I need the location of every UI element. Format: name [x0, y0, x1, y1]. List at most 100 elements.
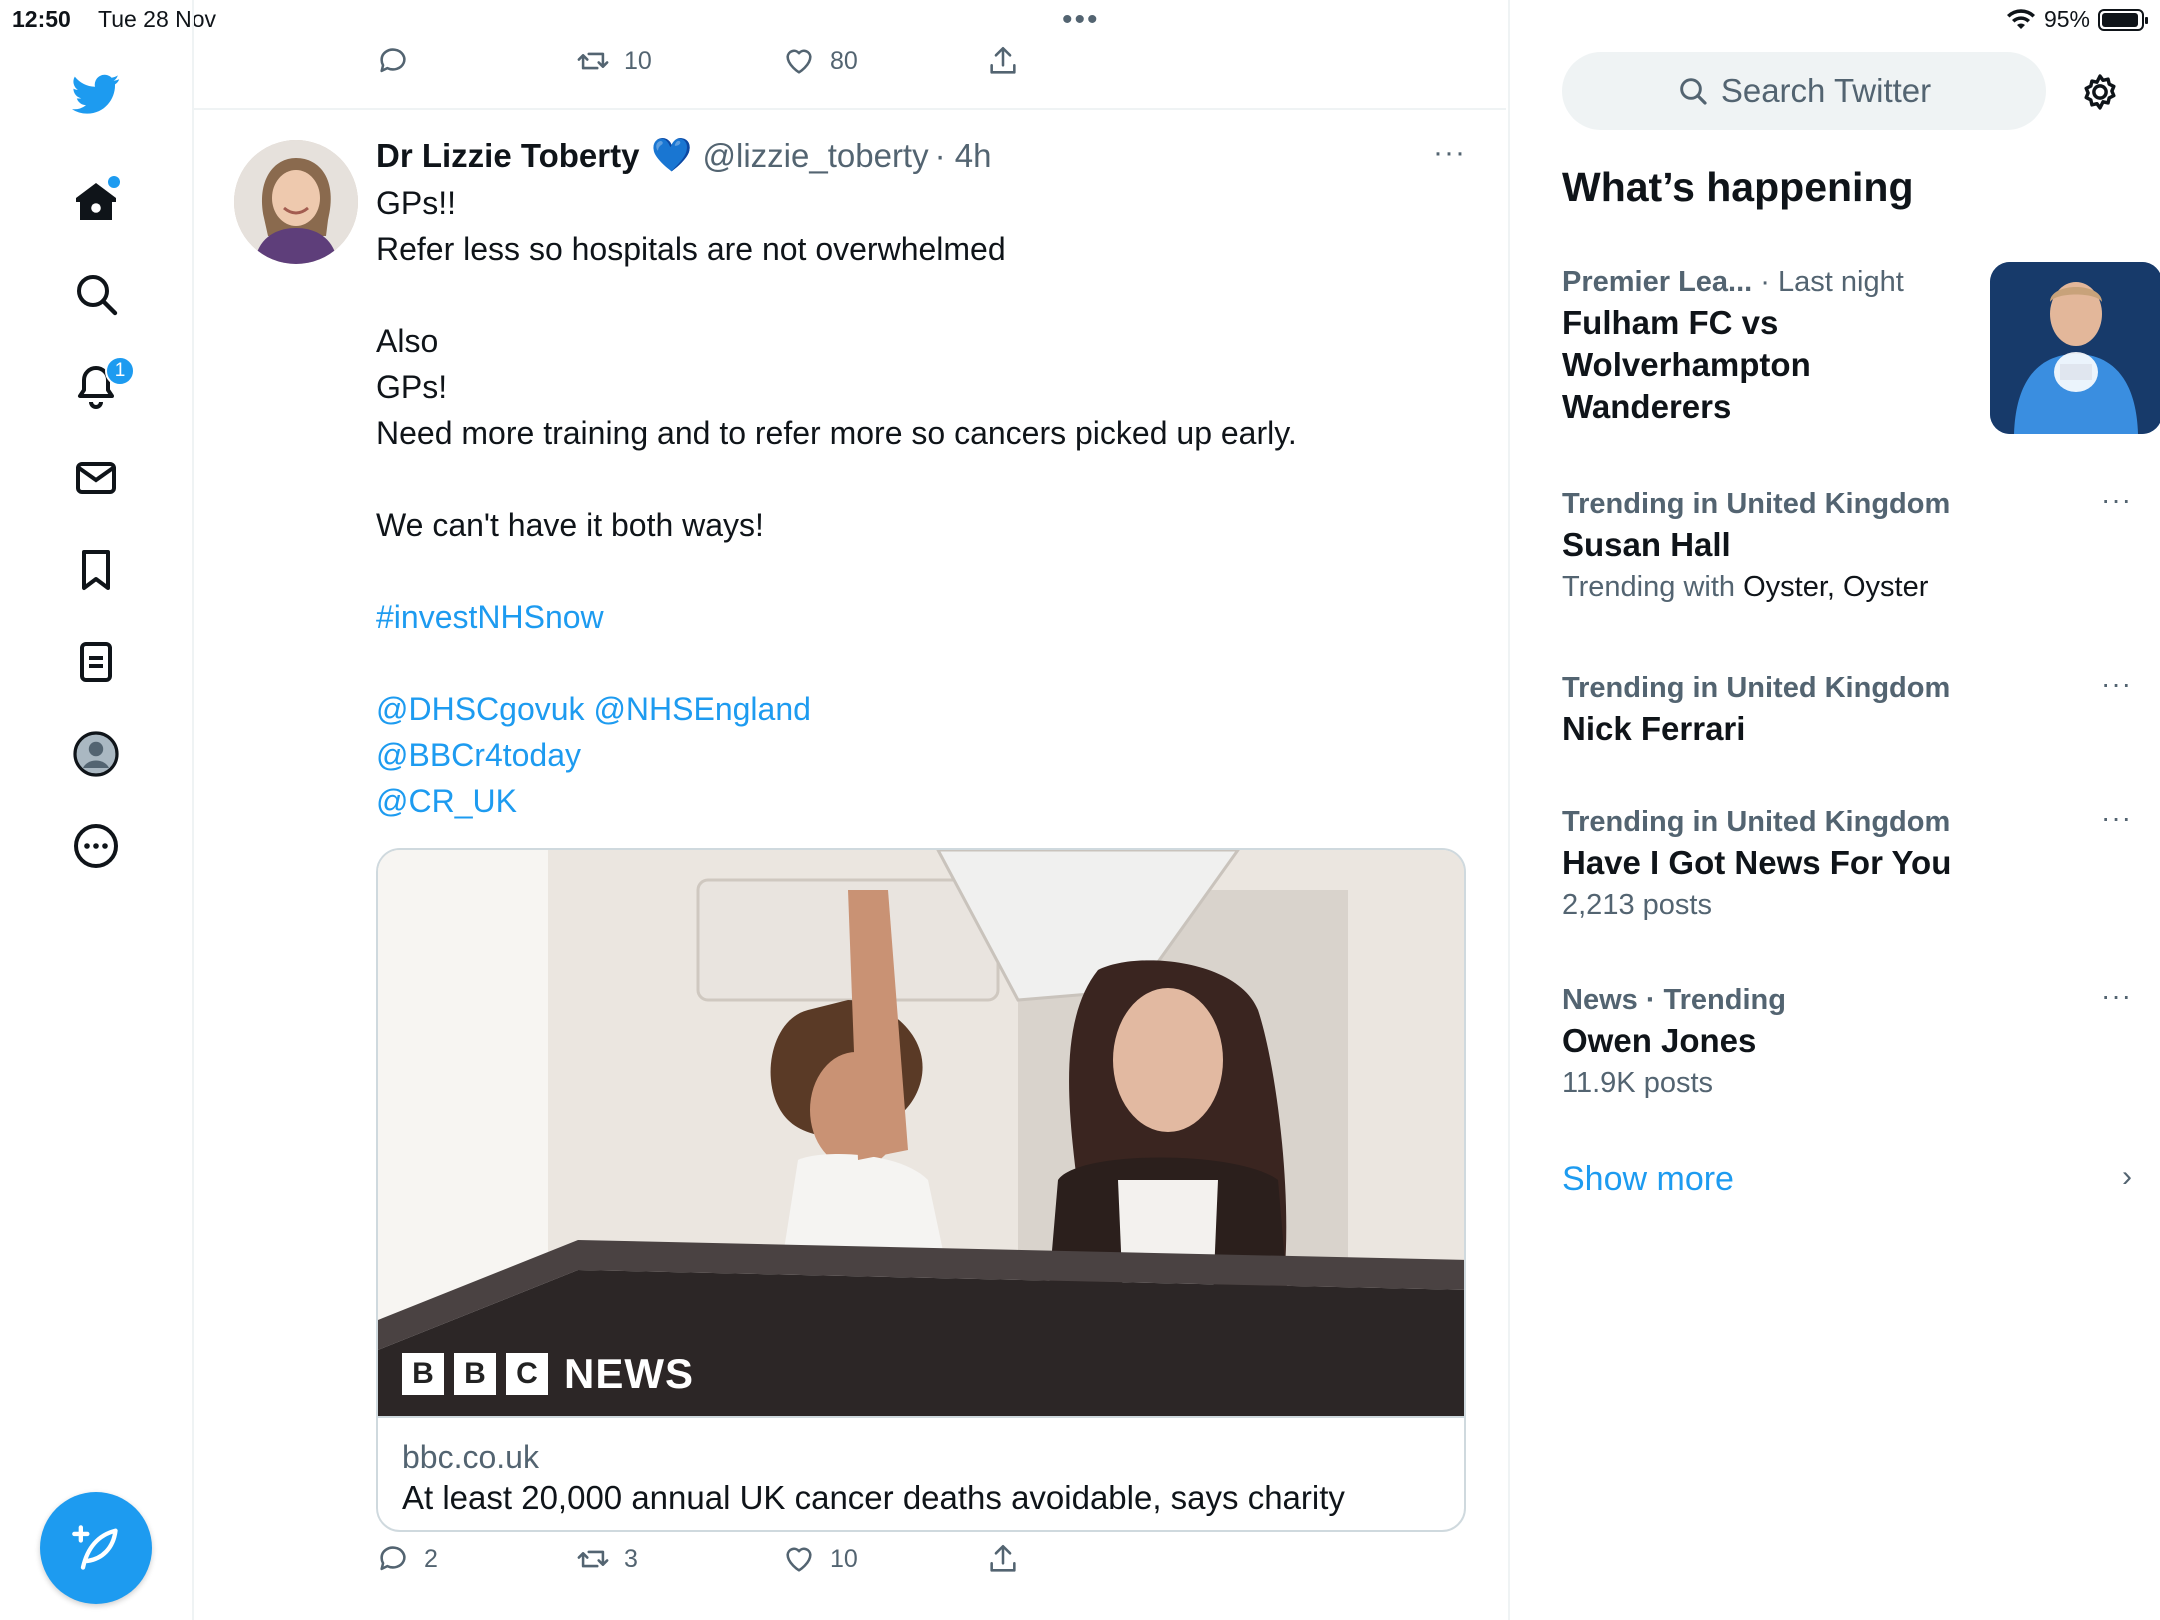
trending-with-label: Trending with [1562, 571, 1736, 603]
reply-button[interactable] [376, 44, 410, 78]
like-button[interactable]: 10 [782, 1542, 858, 1576]
notifications-badge: 1 [105, 356, 135, 386]
share-button[interactable] [986, 44, 1020, 78]
tweet[interactable]: Dr Lizzie Toberty 💙 @lizzie_toberty · 4h… [194, 112, 1506, 1620]
search-icon [1680, 78, 1707, 105]
nav-explore[interactable] [56, 254, 136, 334]
mention-link[interactable]: @BBCr4today [376, 732, 1436, 778]
prev-tweet-actions: 10 80 [194, 40, 1506, 110]
reply-button[interactable]: 2 [376, 1542, 438, 1576]
author-avatar[interactable] [234, 140, 358, 264]
retweet-button[interactable]: 3 [576, 1542, 638, 1576]
card-meta: bbc.co.uk At least 20,000 annual UK canc… [378, 1416, 1464, 1530]
search-input[interactable]: Search Twitter [1562, 52, 2046, 130]
search-icon [77, 275, 118, 316]
trend-title: Have I Got News For You [1562, 844, 1952, 881]
reply-icon [380, 1546, 406, 1571]
retweet-count: 3 [624, 1544, 638, 1573]
author-handle[interactable]: @lizzie_toberty [703, 137, 929, 175]
trend-subtitle: Trending with Oyster, Oyster [1562, 566, 2132, 608]
author-name[interactable]: Dr Lizzie Toberty [376, 137, 639, 175]
timeline: 10 80 Dr Lizzie Toberty 💙 @lizzie_tobert… [194, 0, 1506, 1620]
tweet-actions: 2 3 10 [194, 1542, 1506, 1612]
status-time: 12:50 [12, 6, 71, 32]
tweet-line: Need more training and to refer more so … [376, 415, 1297, 451]
mention-link[interactable]: @NHSEngland [593, 691, 810, 727]
trend-thumbnail [1990, 262, 2160, 434]
blue-heart-emoji: 💙 [651, 136, 693, 173]
link-card[interactable]: B B C NEWS bbc.co.uk At least 20,000 ann… [376, 848, 1466, 1532]
trend-item[interactable]: Premier Lea... · Last night Fulham FC vs… [1562, 262, 2160, 442]
gear-icon [2084, 74, 2116, 110]
reply-count: 2 [424, 1544, 438, 1573]
right-sidebar: Search Twitter What’s happening Premier … [1508, 0, 2160, 1620]
tweet-time[interactable]: · 4h [935, 137, 992, 175]
list-icon [80, 642, 112, 682]
feather-plus-icon [72, 1525, 118, 1570]
search-placeholder: Search Twitter [1720, 72, 1932, 109]
trend-more-button[interactable]: ··· [2101, 668, 2132, 700]
share-button[interactable] [986, 1542, 1020, 1576]
tweet-more-button[interactable]: ··· [1433, 136, 1466, 170]
nav-profile[interactable] [56, 714, 136, 794]
compose-tweet-button[interactable] [40, 1492, 152, 1604]
nav-bookmarks[interactable] [56, 530, 136, 610]
card-image: B B C NEWS [378, 850, 1464, 1416]
profile-avatar-icon [73, 731, 119, 777]
tweet-text: GPs!! Refer less so hospitals are not ov… [376, 180, 1436, 824]
like-count: 10 [830, 1544, 858, 1573]
nav-lists[interactable] [56, 622, 136, 702]
show-more-link[interactable]: Show more › [1562, 1160, 2132, 1199]
twitter-logo-icon[interactable] [56, 54, 136, 134]
trend-more-button[interactable]: ··· [2101, 802, 2132, 834]
trend-item[interactable]: Trending in United Kingdom Susan Hall Tr… [1562, 484, 2132, 624]
trend-title: Susan Hall [1562, 526, 1731, 563]
trend-item[interactable]: News · Trending Owen Jones 11.9K posts ·… [1562, 980, 2132, 1120]
card-title: At least 20,000 annual UK cancer deaths … [402, 1479, 1345, 1516]
trending-with-terms: Oyster, Oyster [1743, 571, 1929, 603]
envelope-icon [76, 462, 116, 494]
mention-link[interactable]: @CR_UK [376, 778, 1436, 824]
tweet-line: Refer less so hospitals are not overwhel… [376, 231, 1006, 267]
heart-icon [786, 1547, 812, 1572]
trend-item[interactable]: Trending in United Kingdom Nick Ferrari … [1562, 668, 2132, 768]
chevron-right-icon: › [2122, 1160, 2132, 1193]
trend-time: · Last night [1760, 266, 1904, 298]
bbc-logo-block: B [454, 1353, 496, 1395]
retweet-icon [577, 1550, 609, 1568]
trend-category: News · Trending [1562, 984, 1786, 1016]
nav-messages[interactable] [56, 438, 136, 518]
trend-title: Owen Jones [1562, 1022, 1757, 1059]
settings-button[interactable] [2070, 62, 2130, 122]
retweet-button[interactable]: 10 [576, 44, 652, 78]
trend-post-count: 2,213 posts [1562, 889, 1712, 921]
bookmark-icon [82, 550, 110, 590]
like-button[interactable]: 80 [782, 44, 858, 78]
tweet-header: Dr Lizzie Toberty 💙 @lizzie_toberty · 4h [376, 136, 991, 175]
nav-home[interactable] [56, 162, 136, 242]
bbc-logo-news: NEWS [564, 1350, 694, 1397]
hashtag-link[interactable]: #investNHSnow [376, 594, 1436, 640]
retweet-count: 10 [624, 46, 652, 75]
mention-link[interactable]: @DHSCgovuk [376, 691, 585, 727]
footballer-photo [1990, 262, 2160, 434]
whats-happening-heading: What’s happening [1562, 164, 1914, 210]
home-unread-dot [108, 176, 120, 188]
show-more-label: Show more [1562, 1160, 1734, 1198]
nav-notifications[interactable]: 1 [56, 346, 136, 426]
heart-icon [786, 49, 812, 74]
trend-more-button[interactable]: ··· [2101, 980, 2132, 1012]
tweet-line: GPs!! [376, 185, 457, 221]
card-photo [378, 850, 1464, 1416]
trend-category: Premier Lea... [1562, 266, 1753, 298]
bbc-logo-block: C [506, 1353, 548, 1395]
trend-category: Trending in United Kingdom [1562, 806, 1951, 838]
tweet-line: Also [376, 323, 439, 359]
like-count: 80 [830, 46, 858, 75]
trend-category: Trending in United Kingdom [1562, 672, 1951, 704]
card-domain: bbc.co.uk [402, 1439, 539, 1475]
nav-more[interactable] [56, 806, 136, 886]
trend-category: Trending in United Kingdom [1562, 488, 1951, 520]
trend-item[interactable]: Trending in United Kingdom Have I Got Ne… [1562, 802, 2132, 942]
trend-more-button[interactable]: ··· [2101, 484, 2132, 516]
